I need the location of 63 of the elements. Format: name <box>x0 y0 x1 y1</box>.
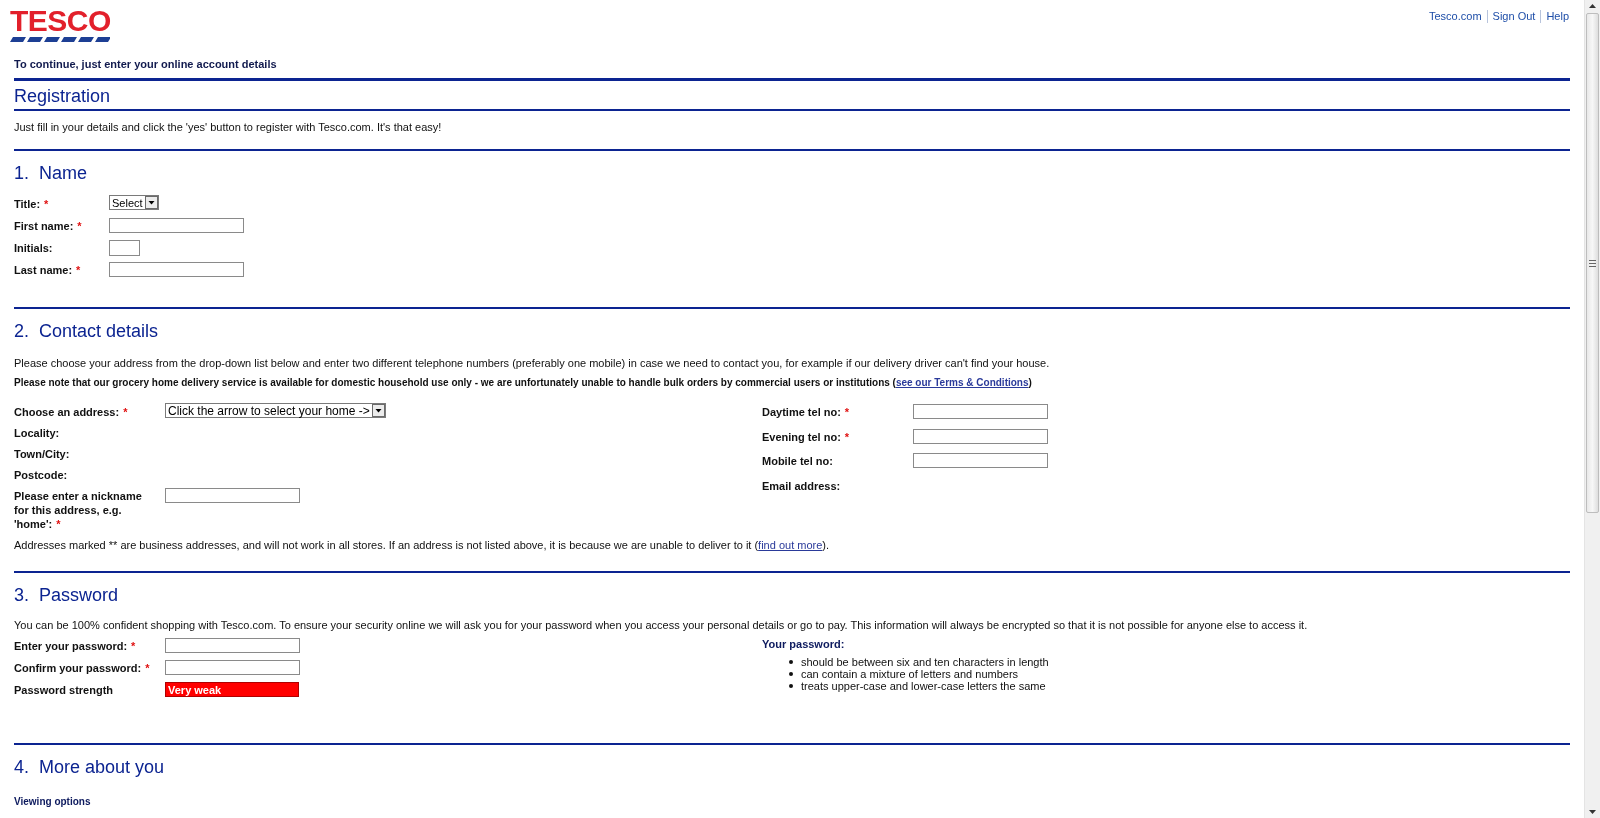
text-field[interactable] <box>165 660 300 675</box>
field-label: Mobile tel no: <box>762 454 834 468</box>
text-field[interactable] <box>165 488 300 503</box>
bullet-icon <box>789 684 793 688</box>
header-link[interactable]: Help <box>1540 10 1574 23</box>
field-label: Title: * <box>14 197 50 211</box>
logo-stripes-icon <box>10 37 110 42</box>
caret-icon <box>371 404 385 417</box>
section-title: Password <box>39 584 119 607</box>
field-label: Last name: * <box>14 263 82 277</box>
paragraph-text: You can be 100% confident shopping with Tesco.com. To ensure your security online we will ask you for your password when you access your personal details or go to pay. This information will always be encrypted so that it is not possible for anyone else to access it. <box>14 619 1308 631</box>
field-label: Please enter a nickname for this address, e.g. 'home': * <box>14 489 143 531</box>
intro-paragraph: Just fill in your details and click the 'yes' button to register with Tesco.com. It's that easy! <box>14 121 442 133</box>
logo-text: TESCO <box>10 8 112 34</box>
text-field[interactable] <box>913 428 1048 444</box>
section-number: 3. <box>14 584 29 607</box>
paragraph-text: Addresses marked ** are business addresses, and will not work in all stores. If an address is not listed above, it is because we are unable to deliver to it (find out more). <box>14 539 830 551</box>
subheading: Viewing options <box>14 795 92 809</box>
field-label: Email address: <box>762 478 842 493</box>
field-label: First name: * <box>14 219 83 233</box>
text-field[interactable] <box>165 638 300 653</box>
section-title: Name <box>39 162 88 185</box>
field-label: Confirm your password: * <box>14 661 151 675</box>
text-field[interactable] <box>109 218 244 233</box>
text-field[interactable] <box>109 262 244 277</box>
down-arrow-icon <box>1589 810 1596 814</box>
header-link[interactable]: Tesco.com <box>1424 10 1487 23</box>
field-label: Enter your password: * <box>14 639 137 653</box>
section-number: 1. <box>14 162 29 185</box>
field-label: Town/City: <box>14 447 71 461</box>
text-field[interactable] <box>109 240 140 256</box>
caret-icon <box>144 196 158 209</box>
text-link[interactable]: find out more <box>758 539 823 551</box>
hints-title: Your password: <box>762 637 846 652</box>
text-field[interactable] <box>913 453 1048 468</box>
field-label: Locality: <box>14 426 61 440</box>
up-arrow-icon <box>1589 4 1596 8</box>
hint-text: treats upper-case and lower-case letters the same <box>801 680 1046 692</box>
intro-text: To continue, just enter your online account details <box>14 57 278 72</box>
section-number: 2. <box>14 320 29 343</box>
field-label: Password strength <box>14 683 115 697</box>
text-field[interactable] <box>913 404 1048 419</box>
bullet-icon <box>789 672 793 676</box>
section-number: 4. <box>14 756 29 779</box>
scrollbar-thumb[interactable] <box>1586 13 1599 513</box>
header-link[interactable]: Sign Out <box>1486 10 1541 23</box>
field-label: Evening tel no: * <box>762 429 851 444</box>
page-title: Registration <box>14 86 111 106</box>
strength-meter: Very weak <box>165 682 299 697</box>
field-label: Choose an address: * <box>14 405 129 419</box>
dropdown[interactable]: Click the arrow to select your home -> <box>165 403 386 418</box>
hint-text: can contain a mixture of letters and numbers <box>801 668 1019 680</box>
section-title: Contact details <box>39 320 159 343</box>
paragraph-text: Please choose your address from the drop-down list below and enter two different telephone numbers (preferably one mobile) in case we need to contact you, for example if our delivery driver can't find your house. <box>14 357 1050 369</box>
bullet-icon <box>789 660 793 664</box>
field-label: Postcode: <box>14 468 69 482</box>
dropdown[interactable]: Select <box>109 195 159 210</box>
field-label: Initials: <box>14 241 54 255</box>
field-label: Daytime tel no: * <box>762 405 851 419</box>
notice-text: Please note that our grocery home delivery service is available for domestic household use only - we are unfortunately unable to handle bulk orders by commercial users or institutions (see our Terms & Conditions) <box>14 377 1032 388</box>
grip-icon <box>1589 259 1596 267</box>
section-title: More about you <box>39 756 165 779</box>
hint-text: should be between six and ten characters in length <box>801 656 1049 668</box>
